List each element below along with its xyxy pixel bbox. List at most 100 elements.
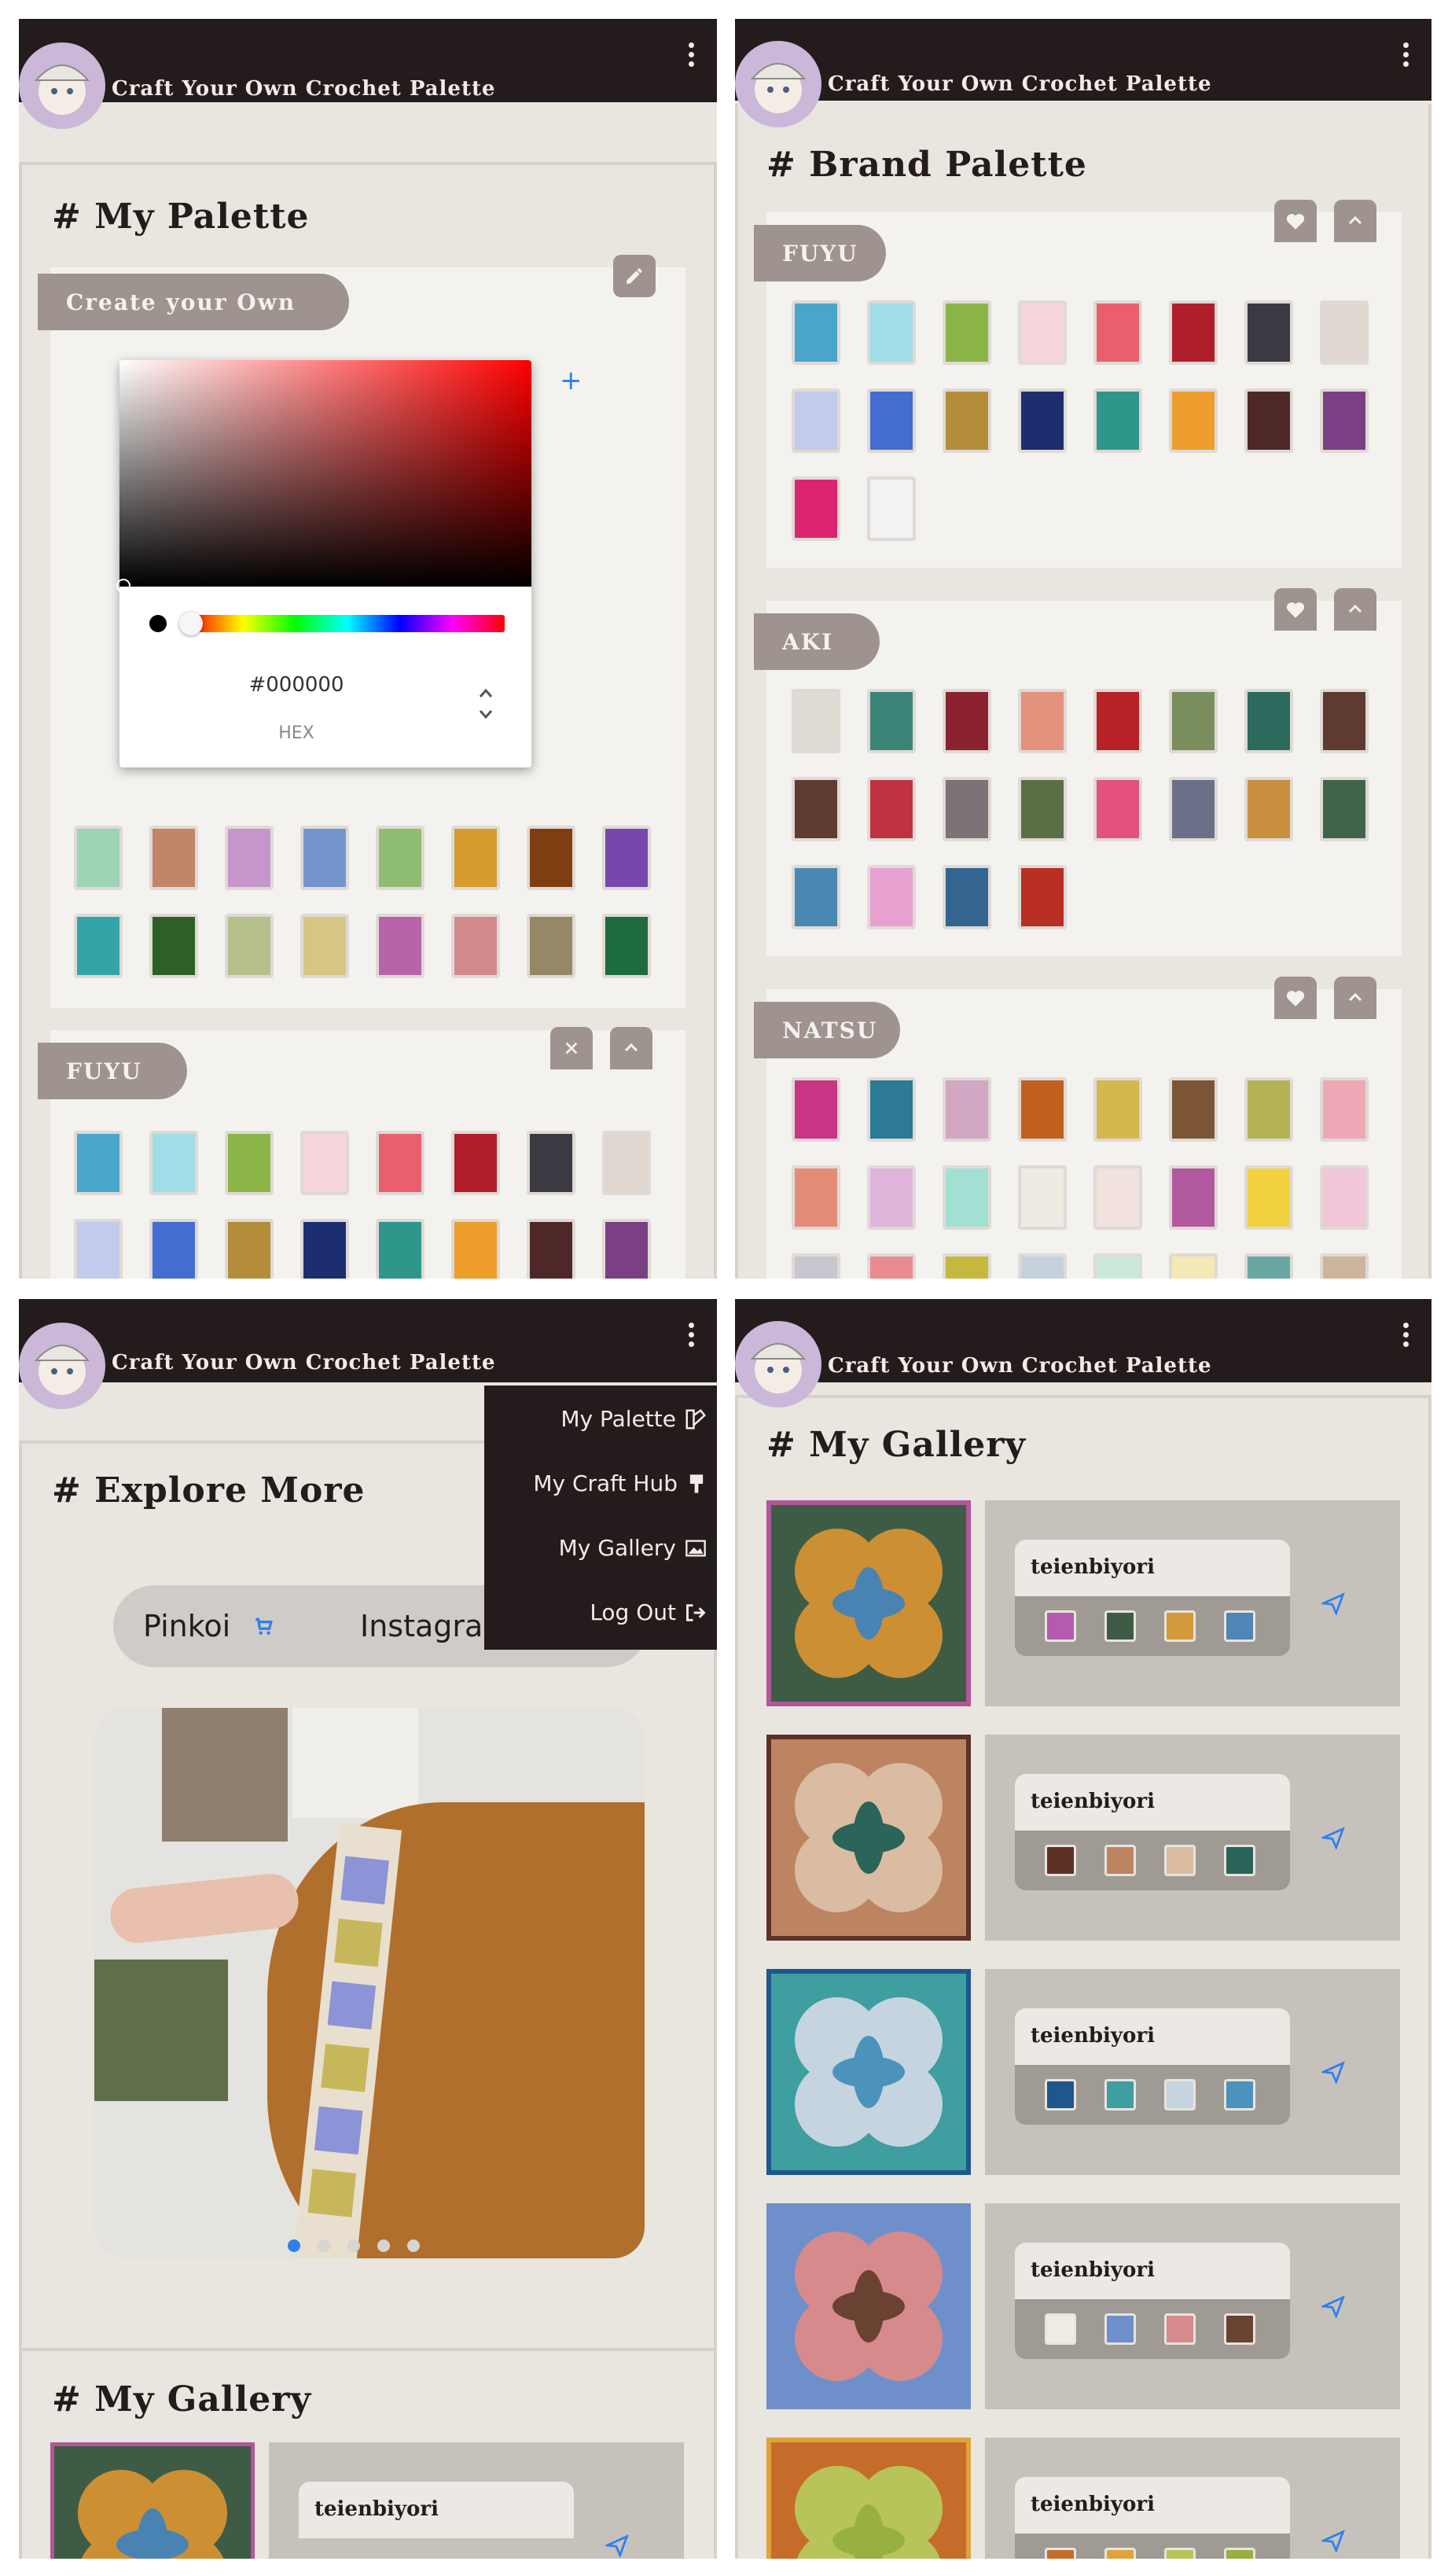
- color-swatch[interactable]: [74, 1219, 123, 1279]
- color-swatch[interactable]: [1244, 1165, 1293, 1230]
- color-swatch[interactable]: [943, 388, 991, 453]
- color-swatch[interactable]: [943, 1077, 991, 1142]
- avatar[interactable]: [19, 1323, 105, 1409]
- color-swatch[interactable]: [792, 1165, 840, 1230]
- color-swatch[interactable]: [1018, 865, 1067, 929]
- more-menu-icon[interactable]: [689, 42, 695, 68]
- color-swatch[interactable]: [1244, 689, 1293, 753]
- color-swatch[interactable]: [451, 914, 500, 978]
- color-swatch[interactable]: [1244, 1077, 1293, 1142]
- add-color-icon[interactable]: +: [560, 365, 583, 396]
- gallery-item[interactable]: teienbiyori: [766, 1969, 1402, 2175]
- color-swatch[interactable]: [527, 826, 575, 890]
- color-swatch[interactable]: [943, 300, 991, 365]
- more-menu-icon[interactable]: [1403, 42, 1409, 68]
- color-swatch[interactable]: [867, 1253, 916, 1279]
- color-swatch[interactable]: [1093, 300, 1142, 365]
- color-swatch[interactable]: [792, 300, 840, 365]
- gallery-item[interactable]: teienbiyori: [766, 1735, 1402, 1941]
- menu-item-log-out[interactable]: Log Out: [590, 1599, 707, 1625]
- color-swatch[interactable]: [1169, 1165, 1218, 1230]
- color-swatch[interactable]: [1093, 689, 1142, 753]
- color-swatch[interactable]: [300, 914, 349, 978]
- color-swatch[interactable]: [792, 477, 840, 541]
- color-swatch[interactable]: [1169, 388, 1218, 453]
- color-swatch[interactable]: [451, 1131, 500, 1195]
- color-swatch[interactable]: [1320, 388, 1369, 453]
- color-swatch[interactable]: [1320, 1165, 1369, 1230]
- color-swatch[interactable]: [149, 914, 198, 978]
- color-swatch[interactable]: [376, 914, 424, 978]
- color-swatch[interactable]: [1018, 1165, 1067, 1230]
- collapse-button[interactable]: [1334, 200, 1376, 242]
- color-swatch[interactable]: [1018, 300, 1067, 365]
- saturation-area[interactable]: [119, 360, 531, 587]
- color-swatch[interactable]: [792, 388, 840, 453]
- color-swatch[interactable]: [792, 777, 840, 841]
- collapse-button[interactable]: [1334, 977, 1376, 1019]
- color-swatch[interactable]: [527, 1219, 575, 1279]
- color-swatch[interactable]: [792, 1077, 840, 1142]
- color-swatch[interactable]: [1169, 689, 1218, 753]
- tab-pinkoi[interactable]: Pinkoi: [143, 1609, 274, 1643]
- carousel-dot[interactable]: [347, 2239, 360, 2252]
- favorite-button[interactable]: [1274, 588, 1317, 631]
- color-swatch[interactable]: [1320, 777, 1369, 841]
- color-swatch[interactable]: [1244, 388, 1293, 453]
- color-swatch[interactable]: [867, 777, 916, 841]
- color-swatch[interactable]: [867, 1077, 916, 1142]
- color-swatch[interactable]: [1093, 777, 1142, 841]
- carousel-dot-active[interactable]: [288, 2239, 300, 2252]
- collapse-button[interactable]: [1334, 588, 1376, 631]
- color-swatch[interactable]: [225, 1131, 274, 1195]
- send-icon[interactable]: [605, 2534, 629, 2557]
- color-swatch[interactable]: [1320, 1253, 1369, 1279]
- color-swatch[interactable]: [1018, 1077, 1067, 1142]
- color-swatch[interactable]: [1169, 777, 1218, 841]
- color-picker[interactable]: #000000 HEX: [116, 360, 531, 767]
- color-swatch[interactable]: [867, 388, 916, 453]
- color-swatch[interactable]: [867, 865, 916, 929]
- send-icon[interactable]: [1321, 1592, 1345, 1615]
- color-swatch[interactable]: [1320, 1077, 1369, 1142]
- color-swatch[interactable]: [1244, 1253, 1293, 1279]
- hue-slider[interactable]: [190, 615, 505, 632]
- more-menu-icon[interactable]: [689, 1323, 695, 1348]
- color-swatch[interactable]: [1018, 1253, 1067, 1279]
- color-swatch[interactable]: [1320, 300, 1369, 365]
- color-swatch[interactable]: [225, 914, 274, 978]
- color-swatch[interactable]: [1244, 300, 1293, 365]
- color-swatch[interactable]: [1018, 777, 1067, 841]
- favorite-button[interactable]: [1274, 200, 1317, 242]
- color-swatch[interactable]: [1169, 1077, 1218, 1142]
- color-swatch[interactable]: [527, 914, 575, 978]
- color-swatch[interactable]: [943, 777, 991, 841]
- color-swatch[interactable]: [602, 1219, 651, 1279]
- color-swatch[interactable]: [149, 1219, 198, 1279]
- color-swatch[interactable]: [1018, 689, 1067, 753]
- color-swatch[interactable]: [602, 914, 651, 978]
- color-swatch[interactable]: [602, 826, 651, 890]
- color-swatch[interactable]: [74, 914, 123, 978]
- carousel-dot[interactable]: [407, 2239, 420, 2252]
- color-swatch[interactable]: [943, 1253, 991, 1279]
- menu-item-my-gallery[interactable]: My Gallery: [559, 1535, 707, 1561]
- color-swatch[interactable]: [943, 689, 991, 753]
- gallery-item[interactable]: teienbiyori: [766, 2438, 1402, 2559]
- color-swatch[interactable]: [149, 826, 198, 890]
- menu-item-my-palette[interactable]: My Palette: [560, 1406, 707, 1432]
- color-swatch[interactable]: [527, 1131, 575, 1195]
- color-swatch[interactable]: [867, 1165, 916, 1230]
- color-swatch[interactable]: [943, 865, 991, 929]
- menu-item-my-craft-hub[interactable]: My Craft Hub: [533, 1470, 707, 1496]
- favorite-button[interactable]: [1274, 977, 1317, 1019]
- color-swatch[interactable]: [1093, 1077, 1142, 1142]
- color-swatch[interactable]: [1169, 300, 1218, 365]
- gallery-item[interactable]: teienbiyori: [766, 2203, 1402, 2409]
- delete-palette-button[interactable]: [550, 1027, 593, 1069]
- color-swatch[interactable]: [792, 865, 840, 929]
- avatar[interactable]: [735, 41, 821, 127]
- send-icon[interactable]: [1321, 2294, 1345, 2318]
- color-swatch[interactable]: [867, 689, 916, 753]
- color-swatch[interactable]: [1018, 388, 1067, 453]
